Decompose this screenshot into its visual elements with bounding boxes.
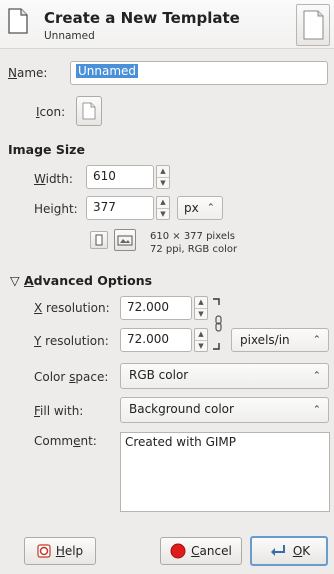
cancel-button[interactable]: Cancel [160, 537, 242, 565]
chevron-up-icon[interactable]: ▲ [195, 329, 207, 340]
image-resolution-text: 72 ppi, RGB color [150, 244, 238, 255]
image-size-heading: Image Size [8, 142, 85, 157]
chevron-down-icon: ⌃ [312, 404, 321, 416]
image-dimensions-text: 610 × 377 pixels [150, 231, 235, 242]
chevron-down-icon[interactable]: ▼ [195, 339, 207, 352]
comment-textarea[interactable]: Created with GIMP [120, 432, 330, 512]
name-input-value: Unnamed [76, 64, 139, 78]
chevron-down-icon: ⌃ [312, 334, 321, 346]
color-space-select[interactable]: RGB color ⌃ [120, 363, 329, 389]
chain-link-icon[interactable] [211, 296, 225, 352]
fill-with-select[interactable]: Background color ⌃ [120, 397, 329, 423]
unit-select-value: px [184, 201, 199, 215]
cancel-button-label: Cancel [191, 544, 232, 558]
chevron-down-icon[interactable]: ▼ [157, 207, 169, 220]
triangle-down-icon: ▽ [10, 273, 20, 288]
y-resolution-input[interactable]: 72.000 [120, 328, 192, 352]
icon-label: Icon: [36, 105, 66, 119]
chevron-up-icon[interactable]: ▲ [157, 166, 169, 177]
dialog-title: Create a New Template [44, 9, 240, 27]
height-spinner[interactable]: ▲ ▼ [156, 196, 170, 220]
fill-with-value: Background color [129, 402, 234, 416]
fill-with-label: Fill with: [34, 404, 84, 418]
x-resolution-label: X resolution: [34, 301, 110, 315]
template-preview-icon [296, 4, 330, 46]
chevron-down-icon[interactable]: ▼ [157, 176, 169, 189]
chevron-up-icon[interactable]: ▲ [157, 197, 169, 208]
document-icon [82, 102, 96, 120]
help-button[interactable]: Help [24, 537, 96, 565]
y-resolution-label: Y resolution: [34, 334, 109, 348]
advanced-options-toggle[interactable]: ▽ Advanced Options [10, 273, 152, 288]
help-button-label: Help [55, 544, 84, 558]
dialog-subtitle: Unnamed [44, 30, 95, 42]
color-space-value: RGB color [129, 368, 189, 382]
resolution-unit-select[interactable]: pixels/in ⌃ [231, 328, 329, 352]
portrait-icon [95, 234, 103, 246]
document-icon [8, 8, 28, 34]
width-label: Width: [34, 172, 73, 186]
name-label: Name: [8, 66, 48, 80]
comment-label: Comment: [34, 434, 97, 448]
width-spinner[interactable]: ▲ ▼ [156, 165, 170, 189]
width-input[interactable]: 610 [86, 165, 154, 189]
landscape-icon [117, 235, 133, 246]
cancel-icon [170, 543, 186, 559]
color-space-label: Color space: [34, 370, 109, 384]
portrait-button[interactable] [90, 231, 108, 249]
ok-button[interactable]: OK [250, 536, 328, 566]
dialog-header: Create a New Template Unnamed [0, 0, 334, 49]
x-resolution-spinner[interactable]: ▲ ▼ [194, 296, 208, 320]
image-info: 610 × 377 pixels 72 ppi, RGB color [150, 230, 237, 256]
help-icon [37, 544, 51, 558]
chevron-down-icon: ⌃ [312, 370, 321, 382]
x-resolution-input[interactable]: 72.000 [120, 296, 192, 320]
chevron-up-icon[interactable]: ▲ [195, 297, 207, 308]
enter-arrow-icon [270, 545, 285, 556]
name-input[interactable]: Unnamed [70, 61, 328, 85]
height-input[interactable]: 377 [86, 196, 154, 220]
landscape-button[interactable] [114, 229, 136, 251]
icon-button[interactable] [76, 96, 102, 126]
chevron-down-icon: ⌃ [206, 202, 215, 214]
resolution-unit-value: pixels/in [240, 333, 290, 347]
chevron-down-icon[interactable]: ▼ [195, 307, 207, 320]
y-resolution-spinner[interactable]: ▲ ▼ [194, 328, 208, 352]
ok-button-label: OK [292, 544, 311, 558]
height-label: Height: [34, 202, 78, 216]
unit-select[interactable]: px ⌃ [177, 196, 223, 220]
